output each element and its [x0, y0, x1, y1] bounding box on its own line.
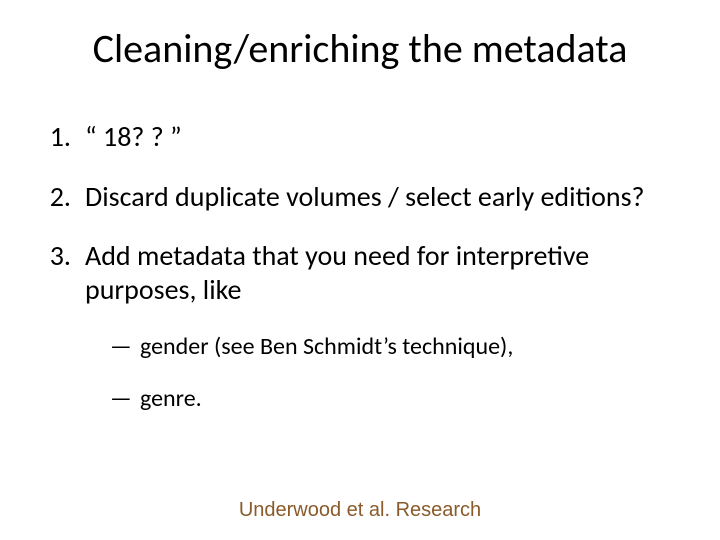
list-item: 1. “ 18? ? ”: [40, 120, 680, 154]
sub-list-item: — genre.: [110, 384, 680, 414]
sub-list: — gender (see Ben Schmidt’s technique), …: [110, 332, 680, 414]
list-text: Add metadata that you need for interpret…: [85, 239, 680, 306]
list-text: “ 18? ? ”: [85, 120, 680, 154]
list-item: 3. Add metadata that you need for interp…: [40, 239, 680, 306]
list-item: 2. Discard duplicate volumes / select ea…: [40, 180, 680, 214]
list-number: 1.: [40, 120, 85, 154]
footer-text: Underwood et al. Research: [0, 499, 720, 522]
slide: Cleaning/enriching the metadata 1. “ 18?…: [0, 0, 720, 540]
sub-list-item: — gender (see Ben Schmidt’s technique),: [110, 332, 680, 362]
dash-bullet: —: [110, 384, 140, 414]
sub-list-text: gender (see Ben Schmidt’s technique),: [140, 332, 513, 362]
list-number: 3.: [40, 239, 85, 273]
dash-bullet: —: [110, 332, 140, 362]
list-text: Discard duplicate volumes / select early…: [85, 180, 680, 214]
sub-list-text: genre.: [140, 384, 202, 414]
slide-title: Cleaning/enriching the metadata: [0, 24, 720, 73]
list-number: 2.: [40, 180, 85, 214]
ordered-list: 1. “ 18? ? ” 2. Discard duplicate volume…: [40, 120, 680, 436]
